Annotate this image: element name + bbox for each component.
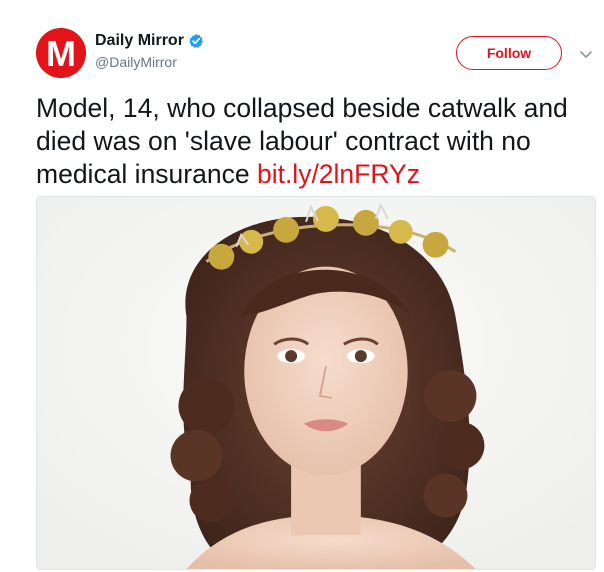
account-handle[interactable]: @DailyMirror [95,54,177,70]
verified-badge-icon [188,33,204,49]
tweet-link[interactable]: bit.ly/2lnFRYz [257,159,420,189]
daily-mirror-logo: M [36,28,86,78]
tweet-media-image[interactable] [36,196,596,570]
chevron-down-icon[interactable] [578,46,594,62]
portrait-photo [37,197,595,569]
tweet-text: Model, 14, who collapsed beside catwalk … [36,92,586,191]
avatar[interactable]: M [36,28,86,78]
avatar-letter: M [46,33,76,74]
follow-button[interactable]: Follow [456,36,562,70]
account-name-row[interactable]: Daily Mirror [95,32,204,50]
display-name[interactable]: Daily Mirror [95,32,184,50]
